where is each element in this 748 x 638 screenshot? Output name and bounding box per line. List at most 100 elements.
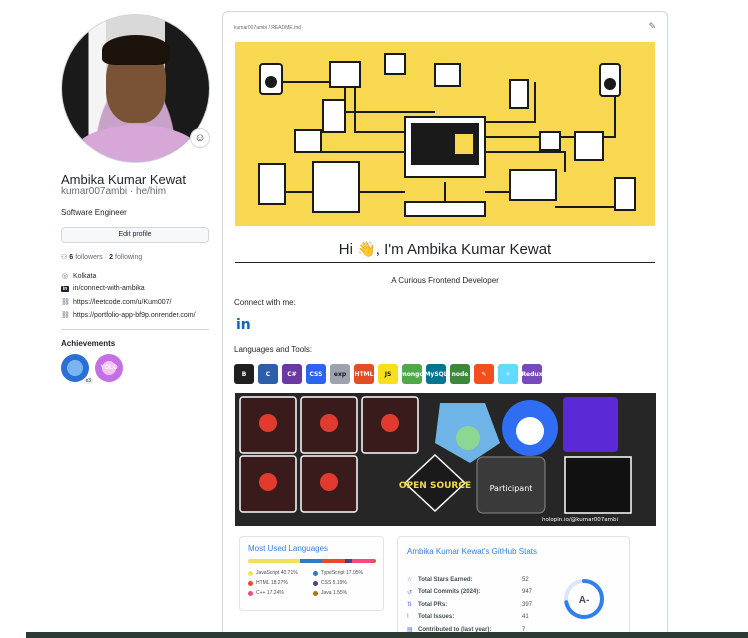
- stat-value: 41: [522, 613, 529, 620]
- stat-icon: ☆: [407, 577, 413, 583]
- tool-icon[interactable]: C: [258, 364, 278, 384]
- achievement-badge-yolo[interactable]: YOLO: [95, 354, 123, 382]
- tool-icon[interactable]: exp: [330, 364, 350, 384]
- language-bar-segment: [373, 559, 376, 563]
- language-legend-label: JavaScript 40.71%: [256, 570, 298, 576]
- language-legend-label: Java 1.55%: [321, 590, 348, 596]
- stat-icon: ⇅: [407, 602, 413, 608]
- stat-row: ☆ Total Stars Earned: 52: [407, 576, 529, 584]
- leetcode-link[interactable]: https://leetcode.com/u/Kum007/: [73, 299, 171, 306]
- linkedin-item[interactable]: in in/connect-with-ambika: [61, 285, 145, 292]
- languages-label: Languages and Tools:: [234, 345, 313, 354]
- language-color-dot: [248, 580, 253, 586]
- profile-name: Ambika Kumar Kewat: [61, 172, 186, 187]
- language-bar-segment: [345, 559, 352, 563]
- language-bar-segment: [300, 559, 322, 563]
- followers-label[interactable]: followers ·: [75, 254, 107, 261]
- stat-label: Total Commits (2024):: [418, 589, 481, 595]
- tool-icon[interactable]: Redux: [521, 364, 543, 384]
- participant-badge-text: Participant: [490, 484, 533, 493]
- language-color-dot: [313, 590, 318, 596]
- linkedin-link[interactable]: in/connect-with-ambika: [73, 285, 145, 292]
- edit-pencil-icon[interactable]: ✎: [648, 21, 656, 32]
- readme-subtitle: A Curious Frontend Developer: [391, 276, 499, 285]
- status-emoji-button[interactable]: ☺: [190, 128, 210, 148]
- badge-count: x3: [83, 378, 93, 384]
- language-legend-label: CSS 5.19%: [321, 580, 347, 586]
- language-color-dot: [313, 580, 318, 586]
- location-item: ◎ Kolkata: [61, 272, 97, 281]
- tool-icon[interactable]: ⚛: [498, 364, 518, 384]
- stat-value: 947: [522, 589, 533, 595]
- edit-profile-button[interactable]: Edit profile: [61, 227, 209, 243]
- language-legend-item: TypeScript 17.05%: [313, 570, 378, 576]
- tool-icon[interactable]: B: [234, 364, 254, 384]
- follow-stats: ⚇ 6 followers · 2 following: [61, 253, 142, 262]
- language-color-dot: [313, 570, 318, 576]
- bottom-scrollbar[interactable]: [0, 632, 748, 638]
- following-label[interactable]: following: [115, 254, 142, 261]
- linkedin-icon: in: [61, 285, 69, 292]
- leetcode-item[interactable]: ⛓ https://leetcode.com/u/Kum007/: [61, 298, 171, 307]
- language-color-dot: [248, 570, 253, 576]
- holopin-caption: holopin.io/@kumar007ambi: [542, 517, 618, 523]
- avatar[interactable]: [61, 14, 210, 163]
- stat-icon: ↺: [407, 589, 413, 596]
- tool-icon[interactable]: mongo: [400, 364, 424, 384]
- profile-login: kumar007ambi · he/him: [61, 186, 167, 197]
- location-icon: ◎: [61, 273, 69, 280]
- link-icon: ⛓: [61, 312, 70, 319]
- portfolio-item[interactable]: ⛓ https://portfolio-app-bf9p.onrender.co…: [61, 311, 196, 320]
- tool-icon[interactable]: ✎: [474, 364, 494, 384]
- scrollbar-thumb[interactable]: [0, 632, 26, 638]
- avatar-shirt: [72, 125, 202, 162]
- tool-icon[interactable]: node: [450, 364, 470, 384]
- language-color-dot: [248, 590, 253, 596]
- language-bar-segment: [321, 559, 346, 563]
- languages-progress-bar: [248, 559, 376, 563]
- language-bar-segment: [248, 559, 301, 563]
- language-legend-item: C++ 17.24%: [248, 590, 313, 596]
- languages-card-title: Most Used Languages: [248, 544, 329, 553]
- portfolio-link[interactable]: https://portfolio-app-bf9p.onrender.com/: [73, 312, 196, 319]
- stat-icon: !: [407, 613, 409, 620]
- following-count[interactable]: 2: [109, 254, 113, 261]
- language-legend-label: C++ 17.24%: [256, 590, 284, 596]
- people-icon: ⚇: [61, 254, 68, 261]
- readme-card: kumar007ambi / README.md ✎ Hi 👋, I'm Amb…: [222, 11, 668, 638]
- tool-icons: B C C# CSS exp HTML JS mongo MySQL node ✎ ⚛ Redux: [234, 364, 543, 384]
- most-used-languages-card[interactable]: Most Used Languages JavaScript 40.71% Typ…: [239, 536, 384, 611]
- banner-illustration: [258, 53, 636, 217]
- language-bar-segment: [351, 559, 374, 563]
- stat-value: 52: [522, 576, 529, 583]
- stat-label: Total PRs:: [418, 601, 448, 608]
- language-legend-label: HTML 18.27%: [256, 580, 288, 586]
- tool-icon[interactable]: JS: [378, 364, 398, 384]
- achievement-badge-pull-shark[interactable]: x3: [61, 354, 93, 384]
- grade-text: A-: [579, 595, 590, 606]
- location-text: Kolkata: [73, 272, 97, 280]
- readme-banner-image: [235, 42, 655, 226]
- readme-heading: Hi 👋, I'm Ambika Kumar Kewat: [338, 241, 552, 258]
- tool-icon[interactable]: MySQL: [424, 364, 448, 384]
- tool-icon[interactable]: CSS: [306, 364, 326, 384]
- tool-icon[interactable]: HTML: [354, 364, 374, 384]
- holopin-badges-image[interactable]: OPEN SOURCE Participant holopin.io/@kuma…: [235, 393, 656, 526]
- language-legend-item: Java 1.55%: [313, 590, 378, 596]
- github-stats-card[interactable]: Ambika Kumar Kewat's GitHub Stats ☆ Total…: [397, 536, 630, 636]
- language-legend-item: CSS 5.19%: [313, 580, 378, 586]
- readme-path[interactable]: kumar007ambi / README.md: [234, 25, 301, 31]
- linkedin-icon-link[interactable]: in: [236, 318, 252, 332]
- stat-row: ! Total Issues: 41: [407, 614, 529, 620]
- language-legend-item: JavaScript 40.71%: [248, 570, 313, 576]
- followers-count[interactable]: 6: [69, 254, 73, 261]
- stats-card-title: Ambika Kumar Kewat's GitHub Stats: [407, 547, 538, 556]
- languages-legend: JavaScript 40.71% TypeScript 17.05% HTML 1…: [248, 570, 378, 596]
- opensource-badge-text: OPEN SOURCE: [399, 481, 471, 491]
- achievements-title: Achievements: [61, 339, 116, 348]
- tool-icon[interactable]: C#: [282, 364, 302, 384]
- language-legend-label: TypeScript 17.05%: [321, 570, 363, 576]
- connect-label: Connect with me:: [234, 298, 296, 307]
- heading-rule: [235, 262, 655, 263]
- stat-value: 397: [522, 601, 533, 608]
